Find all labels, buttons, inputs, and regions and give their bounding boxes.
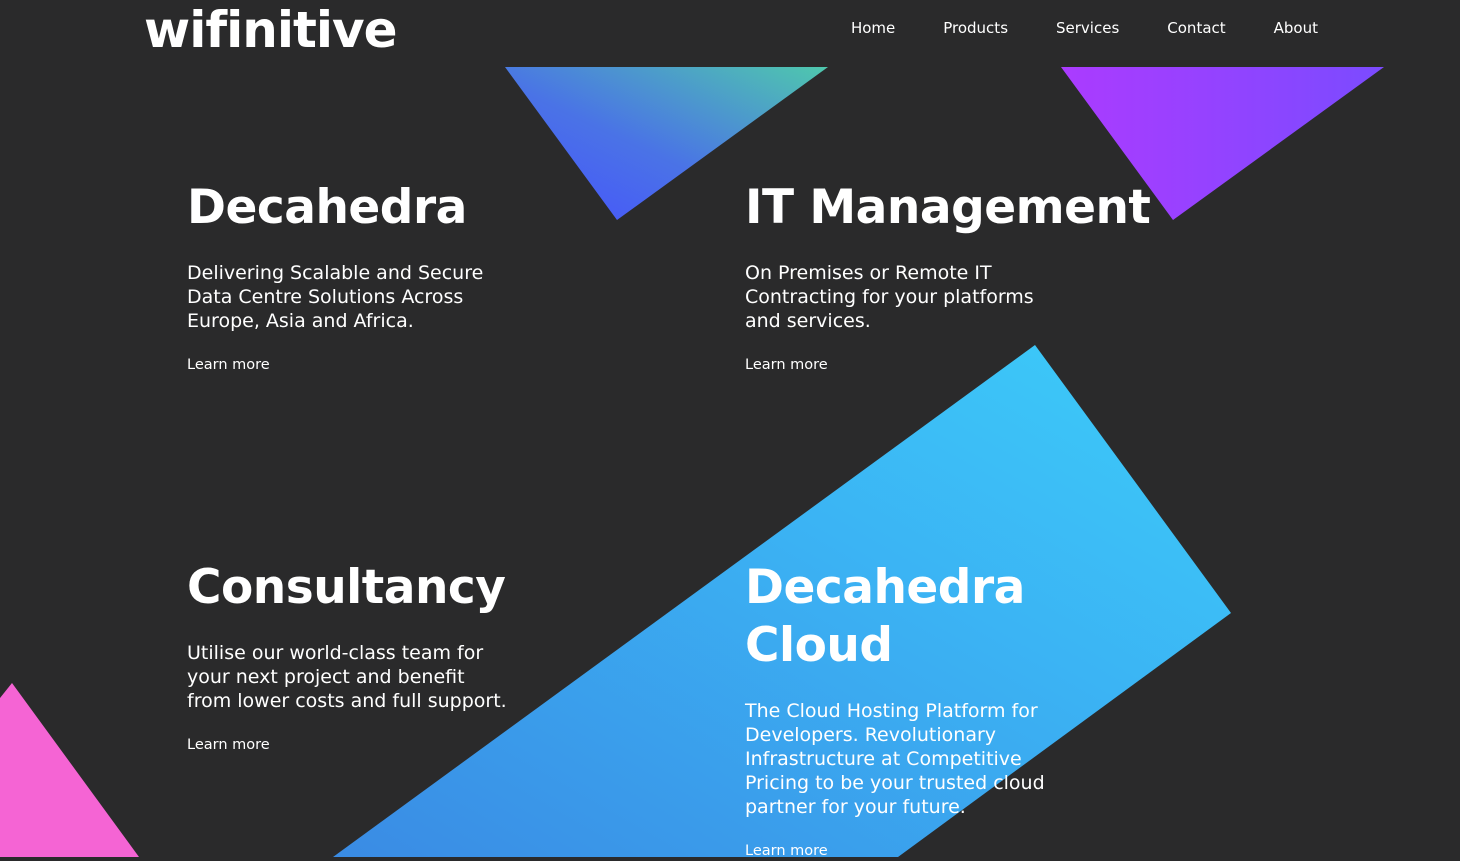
card-decahedra-cloud: Decahedra Cloud The Cloud Hosting Platfo… (745, 559, 1165, 861)
card-description: The Cloud Hosting Platform for Developer… (745, 700, 1045, 818)
main-navigation: Home Products Services Contact About (851, 18, 1318, 38)
card-description: Utilise our world-class team for your ne… (187, 642, 507, 712)
nav-contact-link[interactable]: Contact (1167, 18, 1225, 38)
learn-more-link[interactable]: Learn more (745, 841, 828, 861)
card-decahedra: Decahedra Delivering Scalable and Secure… (187, 179, 607, 375)
learn-more-link[interactable]: Learn more (187, 735, 270, 755)
nav-home-link[interactable]: Home (851, 18, 895, 38)
card-consultancy: Consultancy Utilise our world-class team… (187, 559, 607, 755)
card-title: Decahedra (187, 180, 467, 235)
nav-products-link[interactable]: Products (943, 18, 1008, 38)
nav-services-link[interactable]: Services (1056, 18, 1119, 38)
card-title: IT Management (745, 180, 1151, 235)
card-description: On Premises or Remote IT Contracting for… (745, 262, 1034, 332)
learn-more-link[interactable]: Learn more (745, 355, 828, 375)
card-it-management: IT Management On Premises or Remote IT C… (745, 179, 1165, 375)
brand-logo[interactable]: wifinitive (144, 2, 397, 58)
card-title: Decahedra Cloud (745, 560, 1025, 673)
learn-more-link[interactable]: Learn more (187, 355, 270, 375)
nav-about-link[interactable]: About (1274, 18, 1318, 38)
card-description: Delivering Scalable and Secure Data Cent… (187, 262, 484, 332)
card-title: Consultancy (187, 560, 506, 615)
pink-corner-shape (0, 683, 139, 857)
